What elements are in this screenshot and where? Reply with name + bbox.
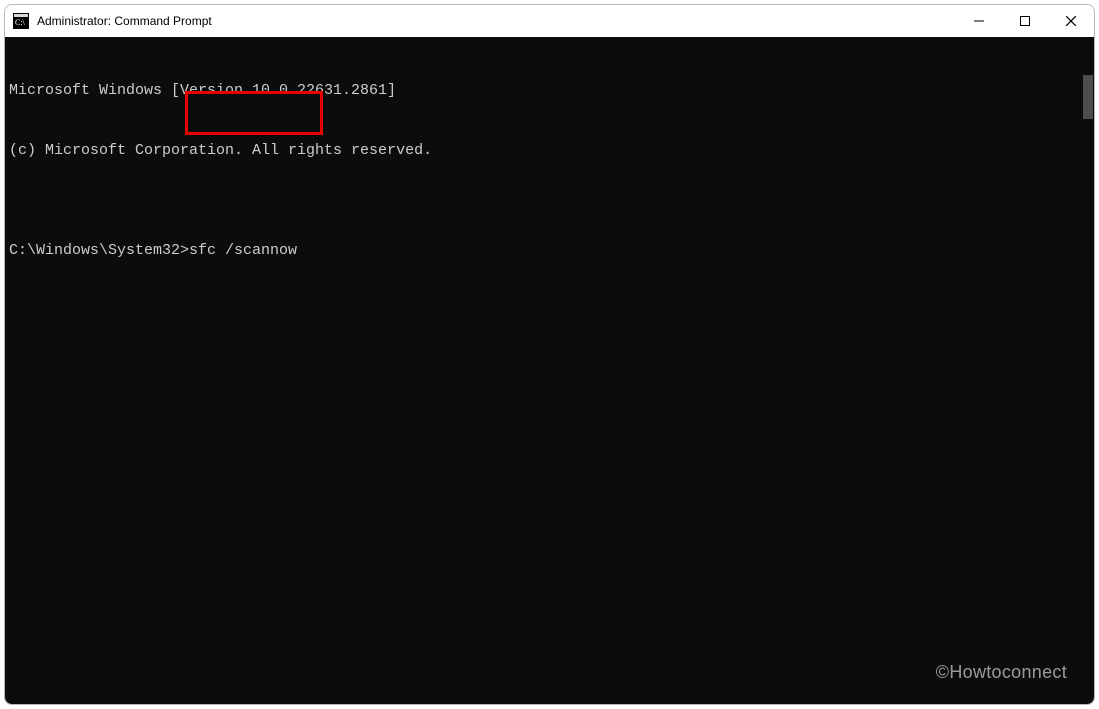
window-title: Administrator: Command Prompt <box>37 14 212 28</box>
minimize-button[interactable] <box>956 5 1002 37</box>
window-controls <box>956 5 1094 37</box>
terminal-prompt: C:\Windows\System32> <box>9 241 189 261</box>
terminal-output-line: (c) Microsoft Corporation. All rights re… <box>9 141 1090 161</box>
scrollbar-thumb[interactable] <box>1083 75 1093 119</box>
maximize-button[interactable] <box>1002 5 1048 37</box>
terminal-output-line: Microsoft Windows [Version 10.0.22631.28… <box>9 81 1090 101</box>
terminal-area[interactable]: Microsoft Windows [Version 10.0.22631.28… <box>5 37 1094 704</box>
svg-text:C:\: C:\ <box>15 18 26 27</box>
titlebar[interactable]: C:\ Administrator: Command Prompt <box>5 5 1094 37</box>
app-window: C:\ Administrator: Command Prompt Micros… <box>4 4 1095 705</box>
cmd-icon: C:\ <box>13 13 29 29</box>
terminal-prompt-row: C:\Windows\System32>sfc /scannow <box>9 241 1090 261</box>
watermark-text: ©Howtoconnect <box>936 662 1067 683</box>
terminal-command[interactable]: sfc /scannow <box>189 241 297 261</box>
close-button[interactable] <box>1048 5 1094 37</box>
